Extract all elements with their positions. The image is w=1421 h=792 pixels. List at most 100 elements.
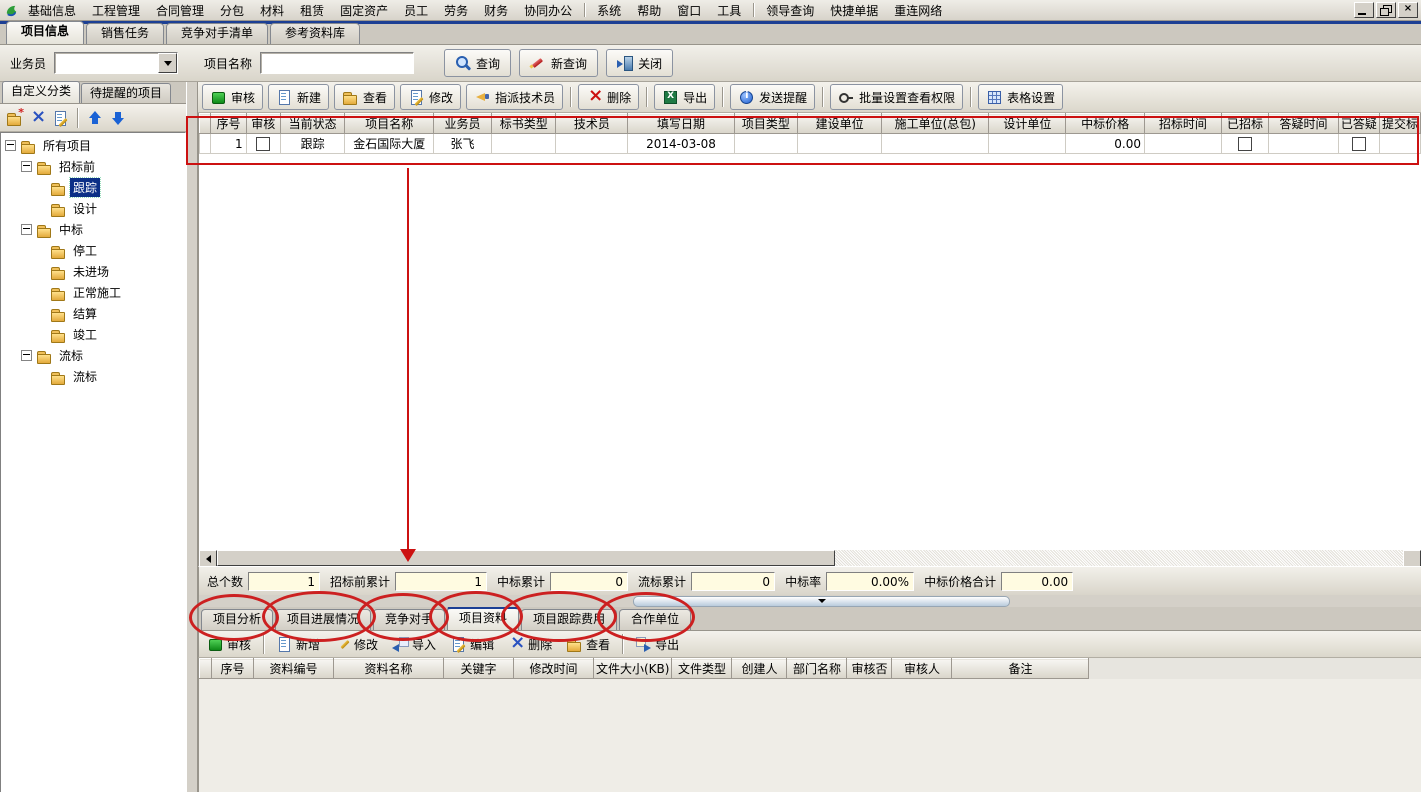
dcol-doc-no[interactable]: 资料编号 — [254, 659, 334, 679]
minimize-button[interactable] — [1354, 2, 1374, 18]
project-name-input[interactable] — [261, 53, 413, 73]
menu-item-subcontract[interactable]: 分包 — [213, 1, 251, 20]
menu-item-material[interactable]: 材料 — [253, 1, 291, 20]
delete-button[interactable]: 删除 — [578, 84, 639, 110]
col-seq[interactable]: 序号 — [211, 114, 246, 134]
detail-delete-button[interactable]: 删除 — [504, 633, 556, 655]
tab-project-analysis[interactable]: 项目分析 — [201, 609, 273, 630]
detail-view-button[interactable]: 查看 — [562, 633, 614, 655]
dcol-department[interactable]: 部门名称 — [787, 659, 847, 679]
query-button[interactable]: 查询 — [444, 49, 511, 77]
approve-button[interactable]: 审核 — [202, 84, 263, 110]
view-button[interactable]: 查看 — [334, 84, 395, 110]
tree-node-won-bid[interactable]: 中标 — [1, 219, 185, 240]
col-bid-price[interactable]: 中标价格 — [1066, 114, 1145, 134]
detail-add-button[interactable]: 新增 — [272, 633, 324, 655]
menu-item-system[interactable]: 系统 — [590, 1, 628, 20]
tree-node-label[interactable]: 流标 — [56, 346, 86, 365]
menu-item-quick-docs[interactable]: 快捷单据 — [823, 1, 885, 20]
menu-item-fixed-assets[interactable]: 固定资产 — [333, 1, 395, 20]
move-down-icon[interactable] — [110, 110, 126, 126]
tree-node-normal-construction[interactable]: 正常施工 — [1, 282, 185, 303]
approved-checkbox[interactable] — [256, 137, 270, 151]
scrollbar-thumb[interactable] — [217, 550, 835, 566]
tree-node-label[interactable]: 设计 — [70, 199, 100, 218]
bid-opened-checkbox[interactable] — [1238, 137, 1252, 151]
salesman-combobox[interactable] — [54, 52, 178, 74]
tree-node-not-entered[interactable]: 未进场 — [1, 261, 185, 282]
col-project-name[interactable]: 项目名称 — [345, 114, 434, 134]
collapse-icon[interactable] — [21, 350, 32, 361]
batch-permission-button[interactable]: 批量设置查看权限 — [830, 84, 963, 110]
menu-item-contract[interactable]: 合同管理 — [149, 1, 211, 20]
menu-item-window[interactable]: 窗口 — [670, 1, 708, 20]
col-approved[interactable]: 审核 — [246, 114, 280, 134]
dcol-creator[interactable]: 创建人 — [732, 659, 787, 679]
tree-node-label[interactable]: 结算 — [70, 304, 100, 323]
menu-item-engineering[interactable]: 工程管理 — [85, 1, 147, 20]
tab-partner-units[interactable]: 合作单位 — [619, 609, 691, 630]
menu-item-basic-info[interactable]: 基础信息 — [21, 1, 83, 20]
dcol-doc-name[interactable]: 资料名称 — [334, 659, 444, 679]
col-bid-doc-type[interactable]: 标书类型 — [491, 114, 556, 134]
modify-button[interactable]: 修改 — [400, 84, 461, 110]
tree-node-label[interactable]: 流标 — [70, 367, 100, 386]
menu-item-help[interactable]: 帮助 — [630, 1, 668, 20]
col-contractor-unit[interactable]: 施工单位(总包) — [882, 114, 989, 134]
tab-competitor-list[interactable]: 竞争对手清单 — [166, 23, 268, 44]
tab-sales-tasks[interactable]: 销售任务 — [86, 23, 164, 44]
salesman-input[interactable] — [55, 53, 158, 73]
menu-item-collaboration[interactable]: 协同办公 — [517, 1, 579, 20]
col-project-type[interactable]: 项目类型 — [734, 114, 798, 134]
tree-node-pre-bid[interactable]: 招标前 — [1, 156, 185, 177]
tree-node-settlement[interactable]: 结算 — [1, 303, 185, 324]
col-construction-unit[interactable]: 建设单位 — [798, 114, 882, 134]
tree-node-label[interactable]: 招标前 — [56, 157, 98, 176]
move-up-icon[interactable] — [87, 110, 103, 126]
menu-item-reconnect[interactable]: 重连网络 — [887, 1, 949, 20]
close-button[interactable]: × — [1398, 2, 1418, 18]
tree-node-label[interactable]: 未进场 — [70, 262, 112, 281]
col-bid-opened[interactable]: 已招标 — [1221, 114, 1268, 134]
table-row[interactable]: 1 跟踪 金石国际大厦 张飞 2014-03-08 0.00 — [200, 134, 1421, 154]
tree-node-label[interactable]: 停工 — [70, 241, 100, 260]
collapse-icon[interactable] — [21, 224, 32, 235]
dcol-remarks[interactable]: 备注 — [952, 659, 1089, 679]
detail-edit-button[interactable]: 编辑 — [446, 633, 498, 655]
chevron-down-icon[interactable] — [158, 53, 177, 73]
tree-node-label[interactable]: 中标 — [56, 220, 86, 239]
col-bid-time[interactable]: 招标时间 — [1144, 114, 1221, 134]
send-reminder-button[interactable]: 发送提醒 — [730, 84, 815, 110]
tree-node-lost-bid[interactable]: 流标 — [1, 345, 185, 366]
tree-node-lost-bid-child[interactable]: 流标 — [1, 366, 185, 387]
dcol-approver[interactable]: 审核人 — [892, 659, 952, 679]
tree-node-completed[interactable]: 竣工 — [1, 324, 185, 345]
detail-approve-button[interactable]: 审核 — [203, 633, 255, 655]
tab-project-info[interactable]: 项目信息 — [6, 21, 84, 44]
tab-competitors[interactable]: 竞争对手 — [373, 609, 445, 630]
menu-item-finance[interactable]: 财务 — [477, 1, 515, 20]
close-view-button[interactable]: 关闭 — [606, 49, 673, 77]
table-settings-button[interactable]: 表格设置 — [978, 84, 1063, 110]
menu-item-lease[interactable]: 租赁 — [293, 1, 331, 20]
tree-node-all-projects[interactable]: 所有项目 — [1, 135, 185, 156]
collapse-icon[interactable] — [21, 161, 32, 172]
tab-custom-category[interactable]: 自定义分类 — [2, 81, 80, 103]
tab-reference-library[interactable]: 参考资料库 — [270, 23, 360, 44]
dcol-seq[interactable]: 序号 — [212, 659, 254, 679]
tree-node-label-selected[interactable]: 跟踪 — [70, 178, 100, 197]
tab-reminder-projects[interactable]: 待提醒的项目 — [81, 83, 171, 103]
menu-item-tools[interactable]: 工具 — [710, 1, 748, 20]
tree-node-design[interactable]: 设计 — [1, 198, 185, 219]
col-fill-date[interactable]: 填写日期 — [628, 114, 734, 134]
tree-node-label[interactable]: 正常施工 — [70, 283, 124, 302]
col-submit-bid[interactable]: 提交标 — [1379, 114, 1420, 134]
col-qa-done[interactable]: 已答疑 — [1338, 114, 1379, 134]
col-technician[interactable]: 技术员 — [556, 114, 628, 134]
dcol-modified-time[interactable]: 修改时间 — [514, 659, 594, 679]
menu-item-labor[interactable]: 劳务 — [437, 1, 475, 20]
tab-project-progress[interactable]: 项目进展情况 — [275, 609, 371, 630]
collapse-pane-handle[interactable] — [633, 596, 1010, 607]
new-button[interactable]: 新建 — [268, 84, 329, 110]
tree-node-label[interactable]: 所有项目 — [40, 136, 94, 155]
